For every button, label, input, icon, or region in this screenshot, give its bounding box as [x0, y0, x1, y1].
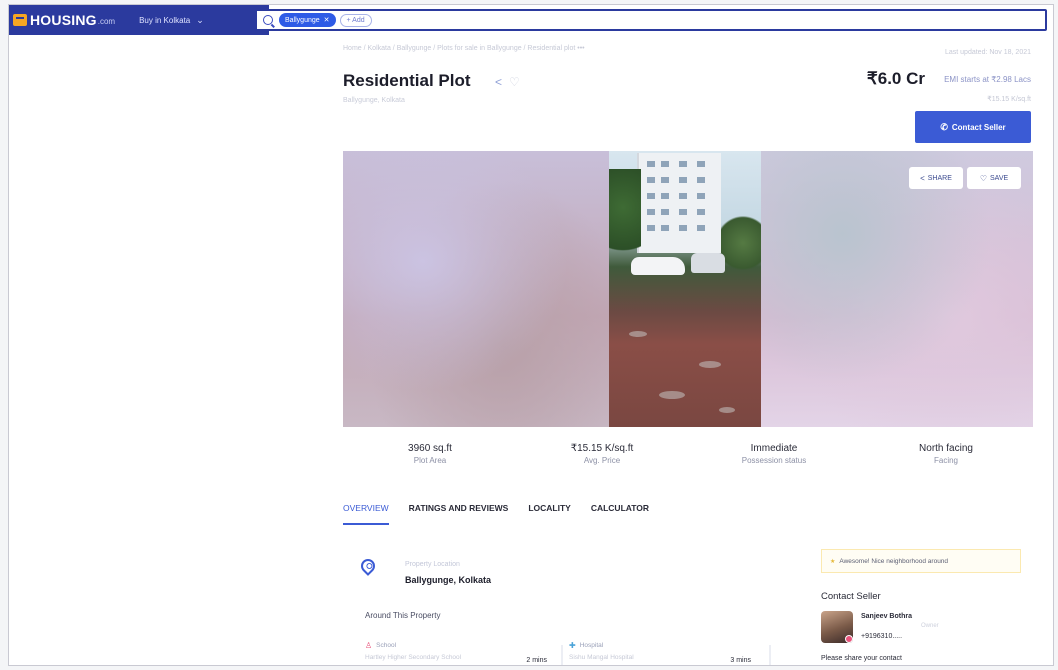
share-button[interactable]: < SHARE	[909, 167, 963, 189]
section-tabs: OVERVIEW RATINGS AND REVIEWS LOCALITY CA…	[343, 499, 669, 525]
ground-detail	[699, 361, 721, 368]
amenity-time: 2 mins	[526, 657, 547, 664]
search-icon	[263, 15, 273, 25]
stat-facing: North facing Facing	[881, 443, 1011, 465]
property-location-value: Ballygunge, Kolkata	[405, 575, 492, 585]
save-button[interactable]: ♡ SAVE	[967, 167, 1021, 189]
blurred-background-left	[343, 151, 609, 427]
tree-image	[721, 211, 761, 275]
search-bar[interactable]: Ballygunge ✕ + Add	[255, 9, 1047, 31]
emi-link[interactable]: EMI starts at ₹2.98 Lacs	[944, 75, 1031, 84]
share-icon: <	[920, 173, 925, 183]
location-pin-icon	[358, 556, 378, 576]
last-updated: Last updated: Nov 18, 2021	[944, 49, 1031, 56]
amenity-time: 3 mins	[730, 657, 751, 664]
stat-value: Immediate	[750, 443, 798, 454]
divider	[561, 645, 563, 665]
school-icon: ♙	[365, 641, 373, 650]
chevron-down-icon: ⌄	[196, 14, 204, 25]
amenity-hospital[interactable]: ✚ Hospital Sishu Mangal Hospital 3 mins	[569, 641, 759, 664]
stat-avg-price: ₹15.15 K/sq.ft Avg. Price	[537, 443, 667, 465]
price-per-sqft: ₹15.15 K/sq.ft	[987, 96, 1031, 103]
stat-value: 3960 sq.ft	[408, 443, 452, 454]
tree-image	[609, 169, 641, 265]
building-image	[637, 153, 721, 253]
share-icon[interactable]: <	[495, 75, 502, 89]
car-image	[631, 257, 685, 275]
logo-icon	[13, 14, 27, 26]
divider	[769, 645, 771, 665]
save-label: SAVE	[990, 174, 1009, 182]
price: ₹6.0 Cr	[866, 69, 925, 88]
favorite-icon[interactable]: ♡	[509, 75, 520, 89]
contact-seller-heading: Contact Seller	[821, 591, 881, 602]
seller-phone[interactable]: +9196310.....	[861, 633, 902, 640]
stat-label: Facing	[933, 456, 958, 465]
seller-name: Sanjeev Bothra	[861, 613, 912, 620]
tab-locality[interactable]: LOCALITY	[528, 499, 571, 525]
around-property-heading: Around This Property	[365, 611, 441, 620]
share-contact-prompt: Please share your contact	[821, 655, 902, 662]
ground-detail	[659, 391, 685, 399]
verified-badge-icon	[845, 635, 853, 643]
amenity-school[interactable]: ♙ School Hartley Higher Secondary School…	[365, 641, 555, 664]
sub-location: Ballygunge, Kolkata	[343, 97, 405, 104]
ground-detail	[719, 407, 735, 413]
stat-plot-area: 3960 sq.ft Plot Area	[365, 443, 495, 465]
browser-page: HOUSING .com Buy in Kolkata ⌄ Ballygunge…	[8, 4, 1054, 666]
ground-detail	[629, 331, 647, 337]
review-snippet[interactable]: ★ Awesome! Nice neighborhood around	[821, 549, 1021, 573]
tab-ratings-reviews[interactable]: RATINGS AND REVIEWS	[409, 499, 509, 525]
seller-tag: Owner	[921, 623, 939, 629]
search-chip[interactable]: Ballygunge ✕	[279, 13, 336, 27]
logo-text: HOUSING	[30, 12, 97, 28]
housing-logo[interactable]: HOUSING .com	[13, 12, 115, 28]
amenity-category: ♙ School	[365, 641, 555, 650]
close-icon[interactable]: ✕	[324, 16, 330, 24]
breadcrumb[interactable]: Home / Kolkata / Ballygunge / Plots for …	[343, 45, 585, 52]
tab-calculator[interactable]: CALCULATOR	[591, 499, 649, 525]
stat-label: Plot Area	[413, 456, 447, 465]
location-selector[interactable]: Buy in Kolkata ⌄	[139, 15, 204, 26]
phone-icon: ✆	[940, 121, 948, 132]
stat-value: North facing	[919, 443, 973, 454]
stat-label: Avg. Price	[583, 456, 621, 465]
tab-overview[interactable]: OVERVIEW	[343, 499, 389, 525]
stat-value: ₹15.15 K/sq.ft	[570, 443, 634, 454]
add-location-button[interactable]: + Add	[339, 13, 372, 27]
amenity-category-label: Hospital	[579, 642, 604, 649]
property-location-label: Property Location	[405, 561, 460, 568]
stat-label: Possession status	[741, 456, 807, 465]
review-snippet-text: Awesome! Nice neighborhood around	[839, 557, 949, 565]
property-photo[interactable]	[609, 151, 761, 427]
page-title: Residential Plot	[343, 71, 471, 90]
search-chip-label: Ballygunge	[285, 16, 320, 24]
amenity-category: ✚ Hospital	[569, 641, 759, 650]
car-image	[691, 253, 725, 273]
blurred-background-right	[761, 151, 1033, 427]
star-icon: ★	[830, 558, 836, 565]
contact-seller-button[interactable]: ✆ Contact Seller	[915, 111, 1031, 143]
location-selector-label: Buy in Kolkata	[139, 15, 191, 25]
share-label: SHARE	[927, 174, 952, 182]
stat-possession: Immediate Possession status	[709, 443, 839, 465]
logo-suffix: .com	[97, 17, 116, 26]
top-header: HOUSING .com Buy in Kolkata ⌄	[9, 5, 269, 35]
amenity-category-label: School	[376, 642, 397, 649]
contact-seller-label: Contact Seller	[951, 122, 1006, 132]
photo-gallery[interactable]: < SHARE ♡ SAVE	[343, 151, 1033, 427]
hospital-icon: ✚	[569, 641, 576, 650]
heart-icon: ♡	[979, 173, 987, 183]
